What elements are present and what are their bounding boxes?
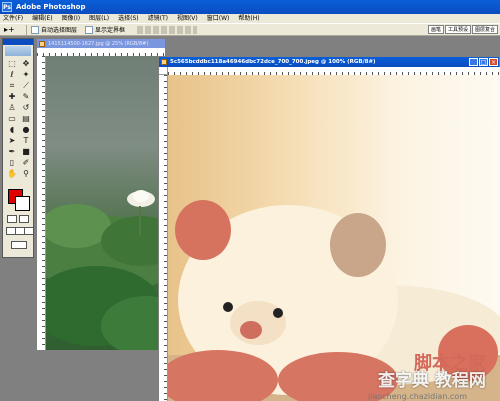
vertical-ruler bbox=[159, 75, 168, 401]
document-window-bear: 5c565bcddbc118a46946dbc72dce_700_700.jpe… bbox=[158, 56, 500, 401]
eyedropper-tool-icon[interactable]: ✐ bbox=[20, 158, 32, 168]
document-title-bear: 5c565bcddbc118a46946dbc72dce_700_700.jpe… bbox=[170, 59, 376, 65]
document-titlebar-lotus[interactable]: 1415114500-1627.jpg @ 25% (RGB/8#) bbox=[37, 39, 165, 48]
app-title: Adobe Photoshop bbox=[16, 3, 86, 11]
menu-help[interactable]: 帮助(H) bbox=[235, 14, 265, 23]
menu-layer[interactable]: 图层(L) bbox=[86, 14, 115, 23]
auto-select-label: 自动选择图层 bbox=[41, 27, 78, 34]
palette-tab-tool-presets[interactable]: 工具预设 bbox=[444, 25, 471, 34]
slice-tool-icon[interactable]: ⟋ bbox=[20, 81, 32, 91]
tool-grid: ⬚ ✥ ℓ ✦ ⌗ ⟋ ✚ ✎ ♙ ↺ ▭ ▤ ◖ ● ➤ T ✒ ■ ▯ ✐ ✋ ⚲ bbox=[6, 59, 32, 179]
auto-select-checkbox[interactable]: 自动选择图层 bbox=[31, 25, 77, 34]
site-name-watermark: 查字典 教程网 bbox=[378, 371, 486, 391]
gradient-tool-icon[interactable]: ▤ bbox=[20, 114, 32, 124]
menu-view[interactable]: 视图(V) bbox=[174, 14, 204, 23]
show-bounds-checkbox[interactable]: 显示定界框 bbox=[85, 25, 125, 34]
jump-to-imageready-button[interactable] bbox=[11, 241, 27, 249]
quick-mask-button[interactable] bbox=[19, 215, 29, 223]
blur-tool-icon[interactable]: ◖ bbox=[6, 125, 18, 135]
lasso-tool-icon[interactable]: ℓ bbox=[6, 70, 18, 80]
move-tool-preset-icon[interactable]: ▸+ bbox=[4, 25, 22, 35]
zoom-tool-icon[interactable]: ⚲ bbox=[20, 169, 32, 179]
palette-tab-layer-comps[interactable]: 图层复合 bbox=[471, 25, 498, 34]
crop-tool-icon[interactable]: ⌗ bbox=[6, 81, 18, 91]
palette-well: 画笔 工具预设 图层复合 bbox=[427, 25, 498, 34]
background-color-swatch[interactable] bbox=[15, 196, 30, 211]
eraser-tool-icon[interactable]: ▭ bbox=[6, 114, 18, 124]
type-tool-icon[interactable]: T bbox=[20, 136, 32, 146]
screen-mode-full-button[interactable] bbox=[24, 227, 34, 235]
brush-tool-icon[interactable]: ✎ bbox=[20, 92, 32, 102]
auto-select-checkbox-box[interactable] bbox=[31, 25, 39, 34]
hand-tool-icon[interactable]: ✋ bbox=[6, 169, 18, 179]
document-title-lotus: 1415114500-1627.jpg @ 25% (RGB/8#) bbox=[48, 40, 149, 47]
menu-image[interactable]: 图像(I) bbox=[59, 14, 86, 23]
site-url-watermark: jiaocheng.chazidian.com bbox=[368, 392, 468, 401]
toolbox-header[interactable] bbox=[3, 39, 33, 45]
stamp-tool-icon[interactable]: ♙ bbox=[6, 103, 18, 113]
history-brush-tool-icon[interactable]: ↺ bbox=[20, 103, 32, 113]
menu-edit[interactable]: 编辑(E) bbox=[29, 14, 58, 23]
toolbox-logo[interactable] bbox=[5, 46, 31, 56]
menu-select[interactable]: 选择(S) bbox=[115, 14, 145, 23]
healing-brush-tool-icon[interactable]: ✚ bbox=[6, 92, 18, 102]
show-bounds-checkbox-box[interactable] bbox=[85, 25, 94, 34]
window-controls: _ □ × bbox=[468, 58, 498, 66]
menu-window[interactable]: 窗口(W) bbox=[204, 14, 236, 23]
path-selection-tool-icon[interactable]: ➤ bbox=[6, 136, 18, 146]
close-icon[interactable]: × bbox=[489, 58, 498, 66]
lotus-image-canvas[interactable] bbox=[46, 56, 166, 350]
lotus-photo bbox=[46, 190, 166, 350]
app-title-bar: Ps Adobe Photoshop bbox=[0, 0, 500, 14]
pen-tool-icon[interactable]: ✒ bbox=[6, 147, 18, 157]
document-window-lotus: 1415114500-1627.jpg @ 25% (RGB/8#) bbox=[36, 38, 166, 350]
document-icon bbox=[161, 59, 167, 65]
bear-image-canvas[interactable]: 脚本之家 查字典 教程网 jiaocheng.chazidian.com bbox=[168, 75, 500, 401]
photoshop-logo-icon: Ps bbox=[2, 2, 12, 12]
move-tool-icon[interactable]: ✥ bbox=[20, 59, 32, 69]
minimize-icon[interactable]: _ bbox=[469, 58, 478, 66]
maximize-icon[interactable]: □ bbox=[479, 58, 488, 66]
marquee-tool-icon[interactable]: ⬚ bbox=[6, 59, 18, 69]
shape-tool-icon[interactable]: ■ bbox=[20, 147, 32, 157]
options-separator bbox=[26, 24, 27, 35]
menu-filter[interactable]: 滤镜(T) bbox=[145, 14, 174, 23]
menu-file[interactable]: 文件(F) bbox=[0, 14, 29, 23]
show-bounds-label: 显示定界框 bbox=[95, 27, 126, 34]
notes-tool-icon[interactable]: ▯ bbox=[6, 158, 18, 168]
toolbox: ⬚ ✥ ℓ ✦ ⌗ ⟋ ✚ ✎ ♙ ↺ ▭ ▤ ◖ ● ➤ T ✒ ■ ▯ ✐ ✋ ⚲ bbox=[2, 38, 34, 258]
magic-wand-tool-icon[interactable]: ✦ bbox=[20, 70, 32, 80]
dodge-tool-icon[interactable]: ● bbox=[20, 125, 32, 135]
options-bar: ▸+ 自动选择图层 显示定界框 画笔 工具预设 图层复合 bbox=[0, 23, 500, 36]
document-icon bbox=[39, 40, 45, 47]
palette-tab-brushes[interactable]: 画笔 bbox=[427, 25, 444, 34]
align-buttons-group-icon[interactable] bbox=[137, 25, 198, 34]
ruler-origin[interactable] bbox=[159, 67, 168, 75]
vertical-ruler bbox=[37, 56, 46, 350]
document-titlebar-bear[interactable]: 5c565bcddbc118a46946dbc72dce_700_700.jpe… bbox=[159, 57, 499, 67]
standard-mode-button[interactable] bbox=[7, 215, 17, 223]
menu-bar: 文件(F) 编辑(E) 图像(I) 图层(L) 选择(S) 滤镜(T) 视图(V… bbox=[0, 14, 500, 23]
